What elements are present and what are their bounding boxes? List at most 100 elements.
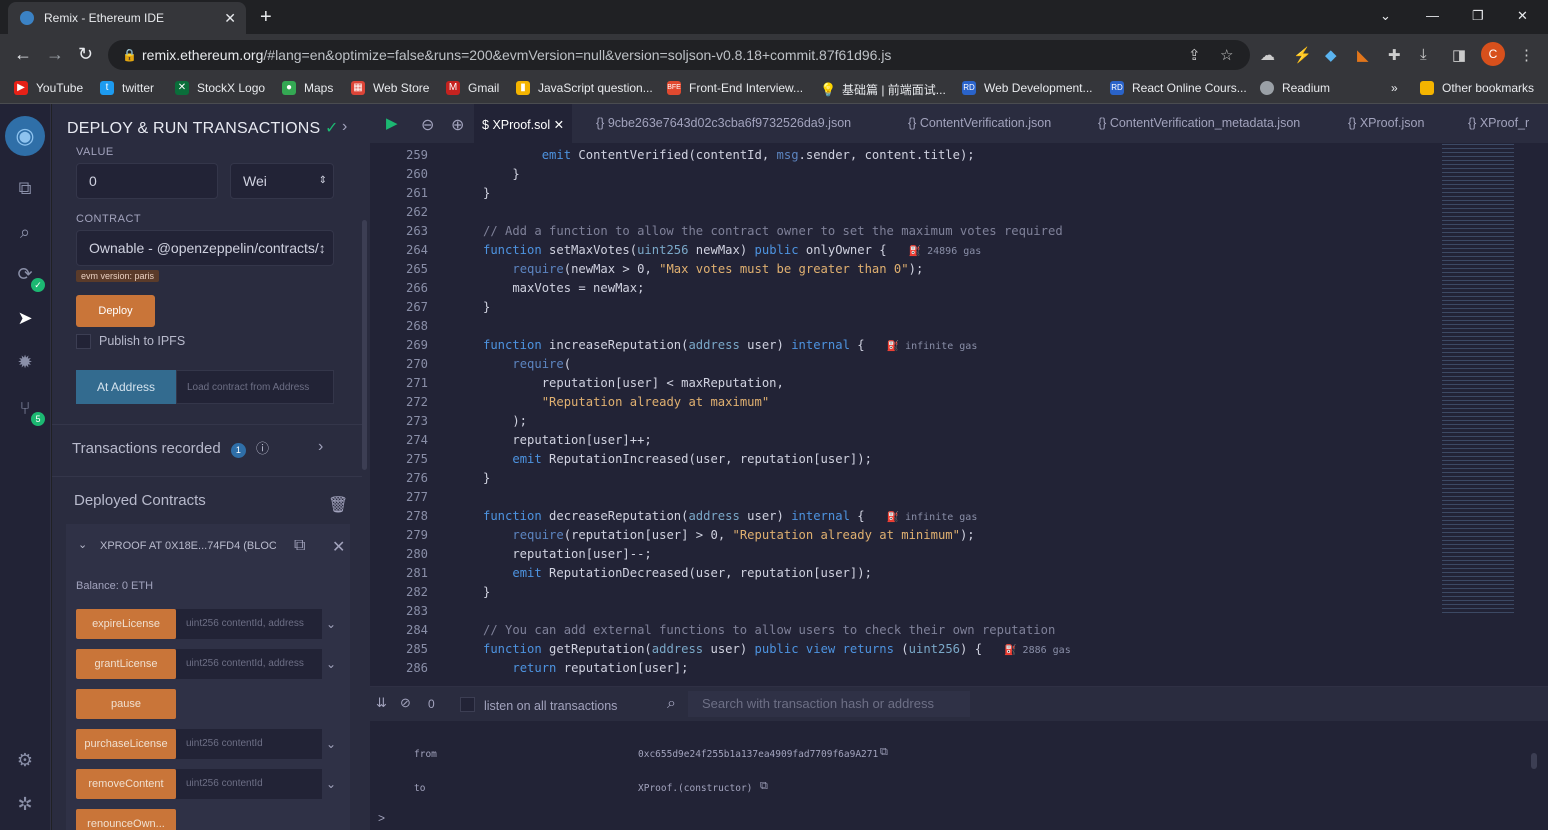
bookmark-frontend-interview[interactable]: BFE Front-End Interview...	[667, 81, 803, 95]
tab-json-4[interactable]: {} XProof.json	[1348, 116, 1424, 130]
fn-pause-button[interactable]: pause	[76, 689, 176, 719]
share-icon[interactable]: ⇪	[1188, 46, 1201, 64]
back-icon[interactable]: ←	[14, 44, 32, 65]
extensions-puzzle-icon[interactable]: ✚	[1388, 46, 1401, 64]
zoom-out-icon[interactable]: ⊖	[421, 115, 434, 135]
gas-pump-icon: ⛽	[1004, 645, 1023, 656]
fn-purchaseLicense-button[interactable]: purchaseLicense	[76, 729, 176, 759]
info-icon[interactable]: ⓘ	[256, 441, 269, 456]
bookmark-stockx[interactable]: ✕ StockX Logo	[175, 81, 265, 95]
copy-icon[interactable]: ⧉	[760, 780, 768, 793]
run-script-icon[interactable]: ▶	[386, 114, 398, 132]
bookmark-gmail[interactable]: M Gmail	[446, 81, 499, 95]
panel-scrollbar[interactable]	[362, 220, 367, 470]
fn-purchaseLicense-input[interactable]: uint256 contentId	[176, 729, 322, 759]
close-tab-icon[interactable]: ✕	[554, 118, 564, 132]
expand-chevron-icon[interactable]: ⌄	[326, 737, 336, 751]
terminal-scrollbar[interactable]	[1531, 753, 1537, 769]
collapse-terminal-icon[interactable]: ⇊	[376, 695, 387, 711]
fn-expireLicense-input[interactable]: uint256 contentId, address	[176, 609, 322, 639]
bookmark-maps[interactable]: ● Maps	[282, 81, 333, 95]
tab-json-2[interactable]: {} ContentVerification.json	[908, 116, 1051, 130]
at-address-button[interactable]: At Address	[76, 370, 176, 404]
zoom-in-icon[interactable]: ⊕	[451, 115, 464, 135]
copy-icon[interactable]: ⧉	[880, 746, 888, 759]
clear-console-icon[interactable]: ⊘	[400, 695, 411, 711]
terminal-search-input[interactable]: Search with transaction hash or address	[688, 691, 970, 717]
search-icon[interactable]: ⌕	[13, 220, 37, 244]
bookmark-react[interactable]: RD React Online Cours...	[1110, 81, 1247, 95]
transactions-recorded-label[interactable]: Transactions recorded 1 ⓘ	[72, 438, 269, 458]
extension-diamond-icon[interactable]: ◆	[1325, 46, 1337, 64]
file-explorer-icon[interactable]: ⧉	[13, 176, 37, 200]
fn-grantLicense-button[interactable]: grantLicense	[76, 649, 176, 679]
tab-json-5[interactable]: {} XProof_r	[1468, 116, 1529, 130]
metamask-icon[interactable]: ◣	[1357, 46, 1369, 64]
bookmark-youtube[interactable]: ▶ YouTube	[14, 81, 83, 95]
remix-logo-icon[interactable]: ◉	[5, 116, 45, 156]
profile-avatar[interactable]: C	[1481, 42, 1505, 66]
remix-favicon-icon	[20, 11, 34, 25]
lock-icon: 🔒	[122, 48, 137, 62]
line-number: 286	[405, 661, 428, 675]
bookmark-webstore[interactable]: ▦ Web Store	[351, 81, 429, 95]
fn-expireLicense-button[interactable]: expireLicense	[76, 609, 176, 639]
line-number: 267	[405, 300, 428, 314]
value-input[interactable]: 0	[76, 163, 218, 199]
trash-icon[interactable]: 🗑	[328, 495, 348, 515]
expand-chevron-icon[interactable]: ⌄	[326, 777, 336, 791]
reload-icon[interactable]: ↻	[78, 44, 93, 65]
bookmark-other[interactable]: Other bookmarks	[1420, 81, 1534, 95]
contract-select[interactable]: Ownable - @openzeppelin/contracts/↕	[76, 230, 334, 266]
load-contract-address-input[interactable]: Load contract from Address	[176, 370, 334, 404]
bookmark-label: JavaScript question...	[538, 81, 653, 95]
bookmark-star-icon[interactable]: ☆	[1220, 46, 1233, 64]
listen-checkbox[interactable]	[460, 697, 475, 712]
new-tab-icon[interactable]: +	[260, 6, 272, 29]
tab-json-3[interactable]: {} ContentVerification_metadata.json	[1098, 116, 1300, 130]
close-window-icon[interactable]: ✕	[1517, 8, 1528, 24]
bookmark-twitter[interactable]: t twitter	[100, 81, 154, 95]
line-number: 281	[405, 566, 428, 580]
fn-renounceOwnership-button[interactable]: renounceOwn...	[76, 809, 176, 830]
instance-address-label[interactable]: XPROOF AT 0X18E...74FD4 (BLOC	[100, 540, 276, 552]
instance-collapse-icon[interactable]: ⌄	[78, 538, 87, 551]
tab-xproof-sol[interactable]: $ XProof.sol ✕	[474, 104, 573, 144]
fn-removeContent-input[interactable]: uint256 contentId	[176, 769, 322, 799]
url-input[interactable]: 🔒 remix.ethereum.org/#lang=en&optimize=fa…	[108, 40, 1250, 70]
fn-grantLicense-input[interactable]: uint256 contentId, address	[176, 649, 322, 679]
panel-expand-icon[interactable]: ›	[342, 118, 347, 136]
extension-cloud-icon[interactable]: ☁	[1260, 46, 1275, 64]
forward-icon[interactable]: →	[46, 44, 64, 65]
fn-removeContent-button[interactable]: removeContent	[76, 769, 176, 799]
line-number: 282	[405, 585, 428, 599]
bookmark-basics[interactable]: 💡 基础篇 | 前端面试...	[820, 81, 946, 98]
bookmarks-overflow-icon[interactable]: »	[1391, 81, 1398, 95]
deploy-run-icon[interactable]: ➤	[13, 306, 37, 330]
tx-expand-icon[interactable]: ›	[318, 438, 323, 456]
expand-chevron-icon[interactable]: ⌄	[326, 657, 336, 671]
tab-search-icon[interactable]: ⌄	[1380, 8, 1391, 24]
copy-icon[interactable]: ⧉	[294, 537, 305, 555]
settings-gear-icon[interactable]: ✲	[13, 792, 37, 816]
menu-kebab-icon[interactable]: ⋮	[1519, 46, 1534, 64]
sidepanel-icon[interactable]: ◨	[1452, 46, 1466, 64]
bookmark-readium[interactable]: Readium	[1260, 81, 1330, 95]
tab-json-1[interactable]: {} 9cbe263e7643d02c3cba6f9732526da9.json	[596, 116, 851, 130]
deploy-button[interactable]: Deploy	[76, 295, 155, 327]
expand-chevron-icon[interactable]: ⌄	[326, 617, 336, 631]
bookmark-js-question[interactable]: ▮ JavaScript question...	[516, 81, 653, 95]
console-prompt[interactable]: >	[378, 811, 385, 825]
debugger-icon[interactable]: ✹	[13, 350, 37, 374]
close-tab-icon[interactable]: ✕	[224, 10, 236, 27]
bookmark-webdev[interactable]: RD Web Development...	[962, 81, 1093, 95]
browser-tab[interactable]: Remix - Ethereum IDE ✕	[8, 2, 246, 34]
publish-ipfs-checkbox[interactable]	[76, 334, 91, 349]
download-icon[interactable]: ⤓	[1420, 46, 1427, 63]
minimize-icon[interactable]: —	[1426, 8, 1439, 23]
extension-bolt-icon[interactable]: ⚡	[1293, 46, 1312, 64]
plugin-manager-icon[interactable]: ⚙	[13, 748, 37, 772]
unit-select[interactable]: Wei ⇕	[230, 163, 334, 199]
restore-icon[interactable]: ❐	[1472, 8, 1484, 24]
close-instance-icon[interactable]: ✕	[332, 537, 345, 557]
